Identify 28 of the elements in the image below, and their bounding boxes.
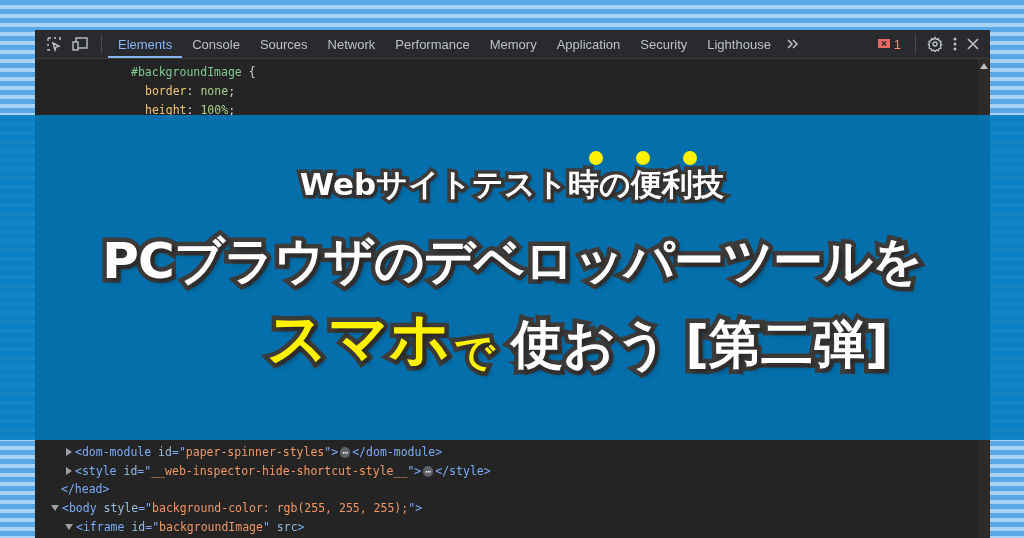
panel-tab[interactable]: Lighthouse (697, 30, 781, 58)
emphasis-dots-icon (588, 150, 699, 166)
expand-caret-icon[interactable] (66, 447, 72, 456)
code-line: height: 100%; (145, 102, 236, 117)
expand-caret-icon[interactable] (51, 504, 59, 511)
code-line: <style id="__web-inspector-hide-shortcut-style__"> ⋯ </style> (75, 463, 491, 478)
panel-tab[interactable]: Network (317, 30, 386, 58)
code-line: border: none; (145, 84, 236, 99)
expand-caret-icon[interactable] (66, 466, 72, 475)
expand-caret-icon[interactable] (65, 523, 73, 530)
code-line: </head> (61, 482, 110, 497)
banner-title: PCブラウザのデベロッパーツールを (102, 231, 922, 292)
scroll-up-icon[interactable] (980, 63, 988, 69)
panel-tab[interactable]: Console (182, 30, 250, 58)
code-line: <dom-module id="paper-spinner-styles"> ⋯ </dom-module> (75, 444, 443, 459)
code-line: <iframe id="backgroundImage" src> (76, 519, 305, 534)
panel-tab[interactable]: Sources (249, 30, 318, 58)
panel-tab[interactable]: Memory (479, 30, 547, 58)
panel-tab[interactable]: Elements (108, 30, 183, 58)
code-line: #backgroundImage { (131, 65, 256, 80)
banner-title-part: スマホ (267, 302, 451, 375)
panel-tab[interactable]: Performance (385, 30, 480, 58)
banner-subtitle: Webサイトテスト時の便利技 (299, 165, 725, 204)
error-count-badge[interactable]: 1 (869, 36, 909, 52)
code-line: <body style="background-color: rgb(255, 255, 255);"> (62, 500, 423, 515)
panel-tab[interactable]: Application (546, 30, 631, 58)
banner-title-part: [第二弾] (685, 313, 889, 376)
panel-tab[interactable]: Security (630, 30, 698, 58)
